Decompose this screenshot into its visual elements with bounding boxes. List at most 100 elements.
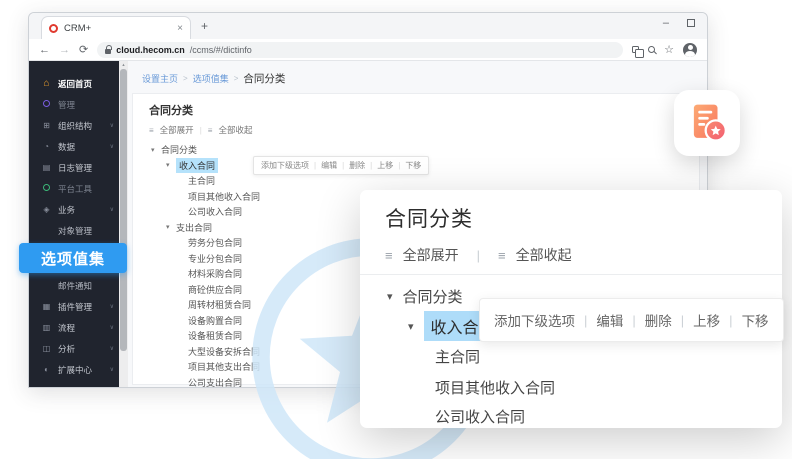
- move-up-action[interactable]: 上移: [693, 310, 720, 330]
- sidebar-item-log-management[interactable]: ▤ 日志管理: [29, 157, 119, 178]
- expand-all-icon: ≡: [149, 126, 154, 135]
- tree-item[interactable]: 公司收入合同: [435, 406, 525, 427]
- sidebar-item-extension-center[interactable]: ◐ 扩展中心 ∨: [29, 359, 119, 380]
- chevron-down-icon: ∨: [110, 303, 114, 310]
- tree-item[interactable]: 项目其他收入合同: [435, 377, 555, 398]
- log-icon: ▤: [41, 163, 52, 172]
- org-structure-icon: ⊞: [41, 121, 52, 130]
- overlay-divider: [360, 274, 782, 275]
- chevron-down-icon: ∨: [110, 324, 114, 331]
- address-bar[interactable]: cloud.hecom.cn /ccms/#/dictinfo: [97, 42, 623, 58]
- collapse-all-button[interactable]: 全部收起: [516, 245, 572, 265]
- scroll-up-icon[interactable]: ▲: [119, 61, 128, 68]
- magnified-detail-panel: 合同分类 ≡ 全部展开 | ≡ 全部收起 ▾ 合同分类 ▾ 收入合同 添加下级选…: [360, 190, 782, 428]
- sidebar-item-data[interactable]: ◔ 数据 ∨: [29, 136, 119, 157]
- process-icon: ▥: [41, 323, 52, 332]
- chevron-down-icon: ∨: [110, 366, 114, 373]
- collapse-all-icon: ≡: [208, 126, 213, 135]
- move-down-action[interactable]: 下移: [742, 310, 769, 330]
- feature-icon-card: [674, 90, 740, 156]
- data-icon: ◔: [41, 142, 52, 151]
- lock-icon: [105, 49, 111, 54]
- tree-toolbar: ≡ 全部展开 | ≡ 全部收起: [133, 120, 699, 138]
- sidebar-scrollbar[interactable]: ▲: [119, 61, 128, 387]
- bookmark-star-icon[interactable]: ☆: [664, 45, 674, 55]
- page-title: 合同分类: [133, 94, 699, 120]
- business-icon: ◈: [41, 205, 52, 214]
- zoom-icon[interactable]: [648, 46, 655, 53]
- caret-down-icon[interactable]: ▾: [151, 146, 161, 154]
- chevron-down-icon: ∨: [110, 143, 114, 150]
- minimize-button[interactable]: –: [663, 18, 669, 28]
- edit-action[interactable]: 编辑: [321, 160, 337, 171]
- profile-avatar[interactable]: [683, 43, 697, 57]
- breadcrumb: 设置主页 > 选项值集 > 合同分类: [142, 71, 285, 86]
- new-tab-button[interactable]: +: [201, 19, 208, 33]
- tree-item[interactable]: 主合同: [133, 173, 699, 189]
- marketing-composite: CRM+ × + – ← → ⟳ cloud.hecom.cn /ccms/#/…: [0, 0, 792, 459]
- move-down-action[interactable]: 下移: [405, 160, 421, 171]
- tab-title: CRM+: [64, 23, 171, 34]
- caret-down-icon[interactable]: ▾: [166, 223, 176, 231]
- sidebar-item-mail-notice[interactable]: 邮件通知: [29, 275, 119, 296]
- breadcrumb-separator: >: [234, 74, 239, 83]
- breadcrumb-separator: >: [183, 74, 188, 83]
- sidebar-item-analysis[interactable]: ◫ 分析 ∨: [29, 338, 119, 359]
- crm-logo-icon: [49, 24, 58, 33]
- expand-all-button[interactable]: 全部展开: [160, 124, 194, 136]
- home-icon: ⌂: [41, 78, 52, 89]
- sidebar-item-process[interactable]: ▥ 流程 ∨: [29, 317, 119, 338]
- move-up-action[interactable]: 上移: [377, 160, 393, 171]
- tree-item-selected[interactable]: ▾ 收入合同 添加下级选项 | 编辑 | 删除 | 上移 |: [133, 158, 699, 174]
- plugin-icon: ▦: [41, 302, 52, 311]
- expand-all-button[interactable]: 全部展开: [403, 245, 459, 265]
- analysis-icon: ◫: [41, 344, 52, 353]
- caret-down-icon[interactable]: ▾: [387, 290, 393, 303]
- chevron-down-icon: ∨: [110, 345, 114, 352]
- sidebar-section-platform-tools[interactable]: 平台工具: [29, 178, 119, 199]
- extension-icon: ◐: [41, 365, 52, 374]
- back-button[interactable]: ←: [39, 44, 50, 56]
- breadcrumb-settings-home[interactable]: 设置主页: [142, 72, 178, 85]
- breadcrumb-current: 合同分类: [243, 71, 285, 86]
- maximize-button[interactable]: [687, 19, 695, 27]
- overlay-title: 合同分类: [385, 203, 473, 233]
- tree-action-menu: 添加下级选项 | 编辑 | 删除 | 上移 | 下移: [253, 156, 429, 175]
- breadcrumb-option-value-set[interactable]: 选项值集: [193, 72, 229, 85]
- collapse-all-button[interactable]: 全部收起: [218, 124, 252, 136]
- chevron-down-icon: ∨: [110, 122, 114, 129]
- browser-tab[interactable]: CRM+ ×: [41, 16, 191, 39]
- sidebar-item-business[interactable]: ◈ 业务 ∨: [29, 199, 119, 220]
- caret-down-icon[interactable]: ▾: [166, 161, 176, 169]
- sidebar-item-option-value-set-highlight[interactable]: 选项值集: [19, 243, 127, 273]
- url-path: /ccms/#/dictinfo: [190, 45, 252, 55]
- forward-button[interactable]: →: [59, 44, 70, 56]
- edit-action[interactable]: 编辑: [596, 310, 623, 330]
- collapse-all-icon: ≡: [498, 248, 506, 263]
- sidebar-item-org-structure[interactable]: ⊞ 组织结构 ∨: [29, 115, 119, 136]
- reload-button[interactable]: ⟳: [79, 43, 88, 56]
- sidebar-item-plugin-management[interactable]: ▦ 插件管理 ∨: [29, 296, 119, 317]
- tree-item[interactable]: 主合同: [435, 346, 480, 367]
- document-star-icon: [686, 101, 728, 145]
- platform-ring-icon: [41, 184, 52, 193]
- sidebar-scrollbar-thumb[interactable]: [120, 69, 127, 351]
- add-child-option-action[interactable]: 添加下级选项: [261, 160, 309, 171]
- tree-item[interactable]: ▾ 合同分类: [387, 286, 463, 307]
- tab-strip: CRM+ × + –: [29, 13, 707, 39]
- delete-action[interactable]: 删除: [349, 160, 365, 171]
- tab-close-icon[interactable]: ×: [177, 23, 183, 34]
- translate-icon[interactable]: [632, 46, 639, 53]
- admin-ring-icon: [41, 100, 52, 109]
- sidebar: ⌂ 返回首页 管理 ⊞ 组织结构 ∨ ◔ 数据 ∨ ▤: [29, 61, 119, 387]
- sidebar-item-home[interactable]: ⌂ 返回首页: [29, 73, 119, 94]
- sidebar-item-object-management[interactable]: 对象管理: [29, 220, 119, 241]
- sidebar-section-admin[interactable]: 管理: [29, 94, 119, 115]
- overlay-action-menu: 添加下级选项 | 编辑 | 删除 | 上移 | 下移: [479, 298, 784, 342]
- caret-down-icon[interactable]: ▾: [408, 320, 414, 333]
- add-child-option-action[interactable]: 添加下级选项: [494, 310, 575, 330]
- url-host: cloud.hecom.cn: [116, 45, 185, 55]
- overlay-toolbar: ≡ 全部展开 | ≡ 全部收起: [385, 245, 572, 265]
- delete-action[interactable]: 删除: [645, 310, 672, 330]
- expand-all-icon: ≡: [385, 248, 393, 263]
